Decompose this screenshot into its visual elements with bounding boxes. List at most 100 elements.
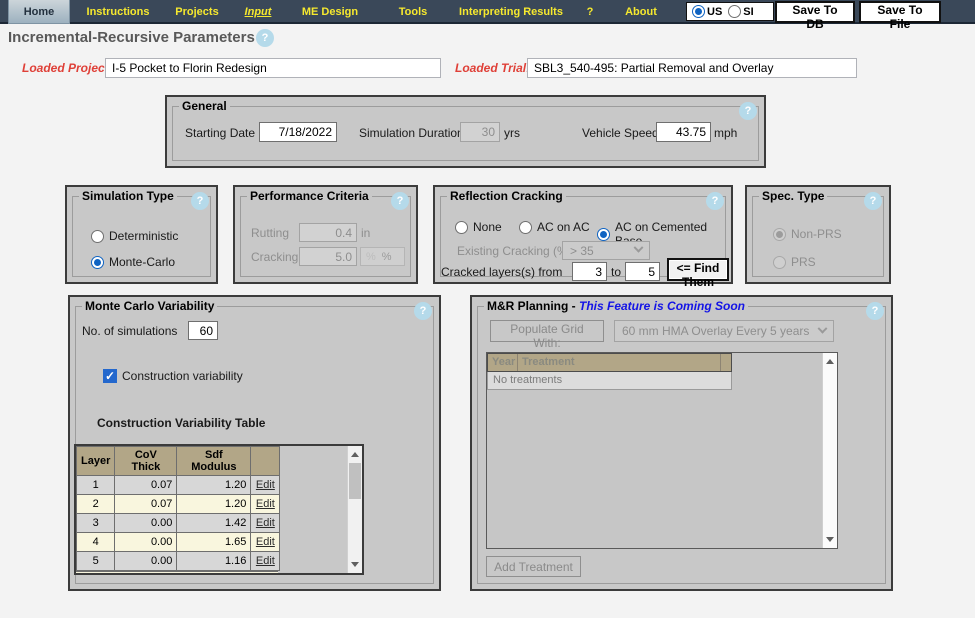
scroll-up-icon[interactable] <box>348 447 362 462</box>
chevron-down-icon <box>817 323 828 334</box>
spacer-column-header <box>721 354 731 371</box>
cov-thick-cell: 0.07 <box>114 475 178 495</box>
existing-cracking-label: Existing Cracking (%) <box>457 244 572 258</box>
mr-planning-panel: M&R Planning - This Feature is Coming So… <box>470 295 893 591</box>
existing-cracking-value: > 35 <box>570 243 594 258</box>
cov-thick-cell: 0.00 <box>114 551 178 571</box>
mr-planning-title: M&R Planning - <box>487 299 579 313</box>
nav-tab-interpreting-results[interactable]: Interpreting Results <box>450 0 572 24</box>
general-help-icon[interactable]: ? <box>739 102 757 120</box>
ac-on-ac-radio[interactable] <box>519 220 532 234</box>
rutting-label: Rutting <box>251 226 290 240</box>
cracking-field <box>299 247 357 266</box>
monte-carlo-radio[interactable] <box>91 255 104 269</box>
scroll-down-icon[interactable] <box>348 557 362 572</box>
nav-tab-help[interactable]: ? <box>578 0 602 24</box>
cracked-to-field[interactable] <box>625 262 660 281</box>
mr-planning-help-icon[interactable]: ? <box>866 302 884 320</box>
non-prs-label: Non-PRS <box>791 227 842 241</box>
construction-variability-option[interactable]: Construction variability <box>103 369 243 383</box>
construction-variability-label: Construction variability <box>122 369 243 383</box>
treatment-grid: Year Treatment No treatments <box>486 352 838 549</box>
deterministic-radio[interactable] <box>91 229 104 243</box>
table-row: 2 0.07 1.20 Edit <box>76 494 281 514</box>
nav-tab-about[interactable]: About <box>612 0 670 24</box>
table-row: 4 0.00 1.65 Edit <box>76 532 281 552</box>
num-simulations-label: No. of simulations <box>82 324 178 338</box>
num-simulations-field[interactable] <box>188 321 218 340</box>
edit-link[interactable]: Edit <box>256 555 275 567</box>
us-radio[interactable] <box>692 5 705 18</box>
nav-tab-projects[interactable]: Projects <box>164 0 230 24</box>
cracking-unit-faint: % <box>366 250 376 263</box>
mr-planning-subtitle: This Feature is Coming Soon <box>579 299 746 313</box>
table-scrollbar[interactable] <box>347 446 362 573</box>
monte-carlo-help-icon[interactable]: ? <box>414 302 432 320</box>
populate-grid-button: Populate Grid With: <box>490 320 604 350</box>
simulation-type-title: Simulation Type <box>82 189 174 203</box>
ac-on-ac-option[interactable]: AC on AC <box>519 220 590 234</box>
scroll-up-icon[interactable] <box>823 354 837 369</box>
nav-tab-input[interactable]: Input <box>236 0 280 24</box>
units-si-option[interactable]: SI <box>728 5 754 18</box>
layer-cell: 4 <box>76 532 116 552</box>
ac-on-cemented-base-radio[interactable] <box>597 227 610 241</box>
vehicle-speed-field[interactable] <box>656 122 711 142</box>
starting-date-field[interactable] <box>259 122 337 142</box>
vehicle-speed-unit: mph <box>714 126 738 140</box>
sdf-modulus-cell: 1.42 <box>176 513 252 533</box>
construction-variability-checkbox[interactable] <box>103 369 117 383</box>
units-us-option[interactable]: US <box>692 5 722 18</box>
monte-carlo-option[interactable]: Monte-Carlo <box>91 255 175 269</box>
nav-tab-home[interactable]: Home <box>8 0 70 24</box>
loaded-trial-field[interactable] <box>527 58 857 78</box>
units-toggle: US SI <box>686 2 774 21</box>
loaded-project-field[interactable] <box>105 58 441 78</box>
treatment-grid-scrollbar[interactable] <box>822 353 837 548</box>
prs-radio <box>773 255 786 269</box>
rutting-field <box>299 223 357 242</box>
none-radio[interactable] <box>455 220 468 234</box>
scroll-down-icon[interactable] <box>823 532 837 547</box>
simulation-type-help-icon[interactable]: ? <box>191 192 209 210</box>
reflection-cracking-help-icon[interactable]: ? <box>706 192 724 210</box>
nav-tab-instructions[interactable]: Instructions <box>76 0 160 24</box>
nav-tab-tools[interactable]: Tools <box>380 0 446 24</box>
sdf-modulus-cell: 1.20 <box>176 475 252 495</box>
edit-link[interactable]: Edit <box>256 517 275 529</box>
cracked-from-field[interactable] <box>572 262 607 281</box>
app-window: Home Instructions Projects Input ME Desi… <box>0 0 975 618</box>
page-title-help-icon[interactable]: ? <box>256 29 274 47</box>
si-radio-label: SI <box>743 5 754 18</box>
save-to-db-button[interactable]: Save To DB <box>775 1 855 31</box>
performance-criteria-help-icon[interactable]: ? <box>391 192 409 210</box>
deterministic-label: Deterministic <box>109 229 179 243</box>
spec-type-help-icon[interactable]: ? <box>864 192 882 210</box>
spec-type-panel: Spec. Type ? Non-PRS PRS <box>745 185 891 284</box>
edit-link[interactable]: Edit <box>256 479 275 491</box>
table-row: 1 0.07 1.20 Edit <box>76 475 281 495</box>
none-option[interactable]: None <box>455 220 502 234</box>
cracked-layers-label: Cracked layers(s) from <box>441 265 563 279</box>
edit-link[interactable]: Edit <box>256 498 275 510</box>
deterministic-option[interactable]: Deterministic <box>91 229 178 243</box>
edit-link[interactable]: Edit <box>256 536 275 548</box>
year-column-header: Year <box>488 354 518 371</box>
save-to-file-button[interactable]: Save To File <box>859 1 941 31</box>
monte-carlo-variability-panel: Monte Carlo Variability ? No. of simulat… <box>68 295 441 591</box>
find-them-button[interactable]: <= Find Them <box>667 258 729 289</box>
si-radio[interactable] <box>728 5 742 18</box>
layer-cell: 3 <box>76 513 116 533</box>
nav-tab-me-design[interactable]: ME Design <box>288 0 372 24</box>
treatment-grid-header: Year Treatment <box>487 353 732 372</box>
scrollbar-thumb[interactable] <box>349 463 361 499</box>
monte-carlo-title: Monte Carlo Variability <box>85 299 215 313</box>
cov-thick-cell: 0.00 <box>114 532 178 552</box>
construction-variability-table: Layer CoV Thick Sdf Modulus 1 0.07 1.20 … <box>74 444 364 575</box>
reflection-cracking-title: Reflection Cracking <box>450 189 563 203</box>
simulation-duration-unit: yrs <box>504 126 520 140</box>
loaded-project-label: Loaded Project: <box>22 61 113 75</box>
layer-cell: 2 <box>76 494 116 514</box>
construction-variability-table-title: Construction Variability Table <box>97 416 266 430</box>
non-prs-option: Non-PRS <box>773 227 842 241</box>
